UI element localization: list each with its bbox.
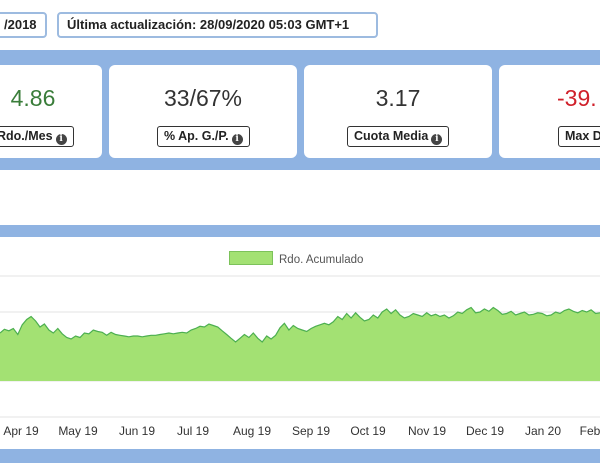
stats-band: 4.86 Rdo./Mes i 33/67% % Ap. G./P. i 3.17 … <box>0 50 600 170</box>
last-update-pill: Última actualización: 28/09/2020 05:03 G… <box>57 12 378 38</box>
x-tick-label: May 19 <box>58 424 98 438</box>
date-range-pill: /2018 <box>0 12 47 38</box>
x-tick-label: Aug 19 <box>233 424 271 438</box>
x-tick-label: Sep 19 <box>292 424 330 438</box>
stat-value: -39. <box>557 85 597 111</box>
area-fill <box>0 307 600 381</box>
x-tick-label: Jul 19 <box>177 424 209 438</box>
stat-label-button[interactable]: Cuota Media i <box>347 126 450 147</box>
stat-label-button[interactable]: % Ap. G./P. i <box>157 126 250 147</box>
stat-label: Max D <box>565 129 600 143</box>
x-tick-label: Jun 19 <box>119 424 155 438</box>
x-tick-label: Jan 20 <box>525 424 561 438</box>
info-icon[interactable]: i <box>55 134 67 145</box>
date-range-text: /2018 <box>4 17 37 32</box>
x-tick-label: Feb <box>580 424 600 438</box>
x-tick-label: Oct 19 <box>350 424 386 438</box>
stat-label: Rdo./Mes <box>0 129 53 143</box>
stat-value: 4.86 <box>10 85 56 111</box>
stat-label: Cuota Media <box>354 129 429 143</box>
stat-card-ap-gp: 33/67% % Ap. G./P. i <box>109 65 297 158</box>
stat-card-rdo-mes: 4.86 Rdo./Mes i <box>0 65 102 158</box>
cumulative-result-chart: Apr 19 May 19 Jun 19 Jul 19 Aug 19 Sep 19 Oct … <box>0 275 600 438</box>
stat-card-cuota-media: 3.17 Cuota Media i <box>304 65 492 158</box>
stat-value: 33/67% <box>163 85 242 111</box>
stat-value: 3.17 <box>375 85 421 111</box>
stat-label: % Ap. G./P. <box>164 129 229 143</box>
x-tick-label: Nov 19 <box>408 424 446 438</box>
x-tick-label: Apr 19 <box>3 424 39 438</box>
stat-card-max-d: -39. Max D <box>499 65 600 158</box>
info-icon[interactable]: i <box>431 134 443 145</box>
stat-label-button[interactable]: Rdo./Mes i <box>0 126 74 147</box>
x-tick-label: Dec 19 <box>466 424 504 438</box>
info-icon[interactable]: i <box>231 134 243 145</box>
last-update-text: Última actualización: 28/09/2020 05:03 G… <box>67 17 350 32</box>
stat-label-button[interactable]: Max D <box>558 126 600 147</box>
